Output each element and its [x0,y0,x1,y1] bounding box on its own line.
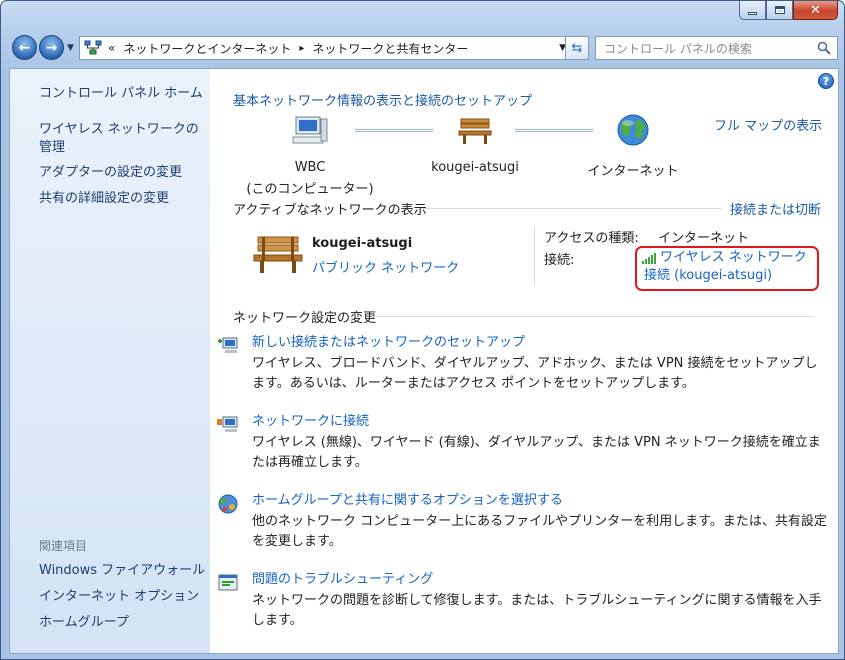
task-desc-troubleshoot: ネットワークの問題を診断して修復します。または、トラブルシューティングに関する情… [252,593,822,628]
minimize-button[interactable] [739,1,766,20]
task-connect-network: ネットワークに接続 ワイヤレス (無線)、ワイヤード (有線)、ダイヤルアップ、… [217,413,827,473]
maximize-button[interactable] [766,1,793,20]
main-panel: ? 基本ネットワーク情報の表示と接続のセットアップ フル マップの表示 WBC … [210,69,838,653]
close-icon: ✕ [810,2,821,18]
task-title-connect-network[interactable]: ネットワークに接続 [252,413,827,431]
wireless-connection-link[interactable]: ワイヤレス ネットワーク接続 (kougei-atsugi) [644,249,814,285]
connect-network-icon [217,416,238,432]
search-placeholder: コントロール パネルの検索 [604,41,752,56]
sidebar-item-adapter-settings[interactable]: アダプターの設定の変更 [39,164,207,182]
troubleshoot-icon [218,574,238,591]
related-heading: 関連項目 [39,539,88,553]
internet-node-name: インターネット [587,164,679,179]
page-title: 基本ネットワーク情報の表示と接続のセットアップ [233,94,533,109]
refresh-button[interactable]: ⇆ [565,36,589,60]
title-bar[interactable]: ✕ [1,1,844,31]
navigation-bar: ← → ▼ « ネットワークとインターネット ▸ ネットワークと共有センター ▼… [9,33,839,63]
close-button[interactable]: ✕ [793,1,838,20]
change-settings-title: ネットワーク設定の変更 [233,311,377,326]
access-type-label: アクセスの種類: [544,231,639,246]
breadcrumb-sharing-center[interactable]: ネットワークと共有センター [312,40,468,57]
task-desc-homegroup-sharing: 他のネットワーク コンピューター上にあるファイルやプリンターを利用します。または… [252,514,827,549]
search-input[interactable]: コントロール パネルの検索 [595,36,838,60]
refresh-icon: ⇆ [571,40,583,56]
address-bar[interactable]: « ネットワークとインターネット ▸ ネットワークと共有センター ▼ [79,36,571,60]
task-desc-new-connection: ワイヤレス、ブロードバンド、ダイヤルアップ、アドホック、または VPN 接続をセ… [252,356,818,391]
network-icon [84,40,102,55]
map-node-network[interactable]: kougei-atsugi [410,113,540,175]
active-networks-title: アクティブなネットワークの表示 [233,203,427,218]
section-divider [372,316,814,317]
sidebar-item-firewall[interactable]: Windows ファイアウォール [39,562,207,580]
network-node-name: kougei-atsugi [431,160,519,175]
vertical-divider [534,226,535,286]
help-icon[interactable]: ? [818,73,834,89]
recent-pages-dropdown[interactable]: ▼ [67,43,74,53]
breadcrumb-network-internet[interactable]: ネットワークとインターネット [123,40,291,57]
minimize-icon [748,11,757,15]
sidebar-item-homegroup[interactable]: ホームグループ [39,614,207,632]
computer-name: WBC [294,160,326,175]
full-map-link[interactable]: フル マップの表示 [714,115,822,134]
map-node-internet[interactable]: インターネット [568,113,698,179]
search-icon[interactable] [817,41,831,55]
arrow-left-icon: ← [18,39,31,56]
task-desc-connect-network: ワイヤレス (無線)、ワイヤード (有線)、ダイヤルアップ、または VPN ネッ… [252,435,821,470]
map-node-computer[interactable]: WBC (このコンピューター) [245,113,375,197]
sidebar-item-control-panel-home[interactable]: コントロール パネル ホーム [39,85,207,103]
network-type-link[interactable]: パブリック ネットワーク [312,257,459,276]
computer-icon [292,116,328,144]
bench-icon [458,118,492,144]
forward-button[interactable]: → [39,35,64,60]
window: ✕ ← → ▼ « ネットワークとインターネット ▸ ネットワークと共有センター… [0,0,845,660]
back-button[interactable]: ← [12,35,37,60]
globe-icon [617,114,649,146]
breadcrumb-overflow[interactable]: « [108,41,115,55]
connection-label: 接続: [544,253,575,268]
task-new-connection: 新しい接続またはネットワークのセットアップ ワイヤレス、ブロードバンド、ダイヤル… [218,334,827,394]
sidebar: コントロール パネル ホーム ワイヤレス ネットワークの管理 アダプターの設定の… [10,69,210,653]
new-connection-icon [218,337,238,353]
sidebar-item-internet-options[interactable]: インターネット オプション [39,588,207,606]
sidebar-item-manage-wireless[interactable]: ワイヤレス ネットワークの管理 [39,121,207,157]
task-homegroup-sharing: ホームグループと共有に関するオプションを選択する 他のネットワーク コンピュータ… [218,492,827,552]
access-type-value: インターネット [658,231,750,246]
task-title-homegroup-sharing[interactable]: ホームグループと共有に関するオプションを選択する [252,492,827,510]
window-controls: ✕ [739,1,838,21]
task-title-troubleshoot[interactable]: 問題のトラブルシューティング [252,571,827,589]
arrow-right-icon: → [45,39,58,56]
network-bench-icon [253,236,303,273]
connect-disconnect-link[interactable]: 接続または切断 [730,199,821,218]
task-title-new-connection[interactable]: 新しい接続またはネットワークのセットアップ [252,334,827,352]
sidebar-item-advanced-sharing[interactable]: 共有の詳細設定の変更 [39,190,207,208]
breadcrumb-separator[interactable]: ▸ [299,43,304,54]
section-divider [422,208,722,209]
network-name: kougei-atsugi [312,236,413,251]
maximize-icon [774,6,785,14]
homegroup-icon [218,494,238,514]
content-area: コントロール パネル ホーム ワイヤレス ネットワークの管理 アダプターの設定の… [9,68,839,654]
computer-caption: (このコンピューター) [246,182,374,197]
task-troubleshoot: 問題のトラブルシューティング ネットワークの問題を診断して修復します。または、ト… [218,571,827,631]
